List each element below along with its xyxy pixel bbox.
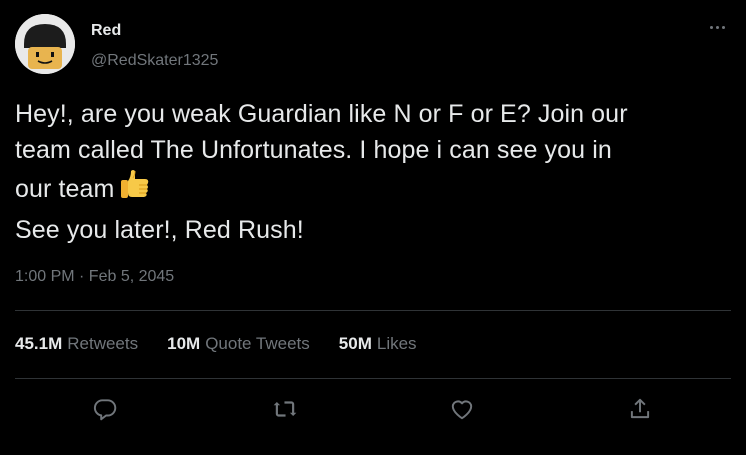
reply-icon — [93, 399, 117, 421]
more-dot-icon — [721, 25, 725, 29]
likes-stat[interactable]: 50M Likes — [339, 334, 417, 354]
quote-tweets-stat[interactable]: 10M Quote Tweets — [167, 334, 310, 354]
retweet-button[interactable] — [268, 392, 302, 426]
like-button[interactable] — [445, 392, 479, 426]
display-name[interactable]: Red — [91, 22, 121, 40]
like-icon — [451, 400, 473, 420]
likes-label: Likes — [376, 334, 417, 353]
retweet-icon — [273, 401, 297, 417]
user-handle[interactable]: @RedSkater1325 — [91, 52, 218, 70]
thumbs-up-icon — [120, 168, 150, 212]
quote-tweets-label: Quote Tweets — [205, 334, 310, 353]
avatar-image — [15, 14, 75, 74]
avatar[interactable] — [15, 14, 75, 74]
share-button[interactable] — [623, 392, 657, 426]
divider — [15, 378, 731, 379]
tweet-actions — [0, 392, 746, 426]
tweet-line: our team — [15, 175, 115, 203]
retweets-count: 45.1M — [15, 334, 63, 353]
reply-button[interactable] — [88, 392, 122, 426]
retweets-label: Retweets — [67, 334, 139, 353]
retweets-stat[interactable]: 45.1M Retweets — [15, 334, 138, 354]
tweet-card: Red @RedSkater1325 Hey!, are you weak Gu… — [0, 0, 746, 455]
tweet-line-with-emoji: our team — [15, 168, 730, 212]
tweet-text: Hey!, are you weak Guardian like N or F … — [15, 96, 730, 248]
more-dot-icon — [709, 25, 713, 29]
tweet-line: Hey!, are you weak Guardian like N or F … — [15, 100, 628, 128]
tweet-line: team called The Unfortunates. I hope i c… — [15, 136, 612, 164]
tweet-timestamp[interactable]: 1:00 PM · Feb 5, 2045 — [15, 268, 174, 286]
tweet-line: See you later!, Red Rush! — [15, 216, 304, 244]
tweet-stats: 45.1M Retweets 10M Quote Tweets 50M Likes — [15, 334, 446, 354]
more-options-button[interactable] — [700, 14, 734, 40]
likes-count: 50M — [338, 334, 372, 353]
share-icon — [630, 398, 650, 419]
divider — [15, 310, 731, 311]
quote-tweets-count: 10M — [167, 334, 201, 353]
more-dot-icon — [715, 25, 719, 29]
